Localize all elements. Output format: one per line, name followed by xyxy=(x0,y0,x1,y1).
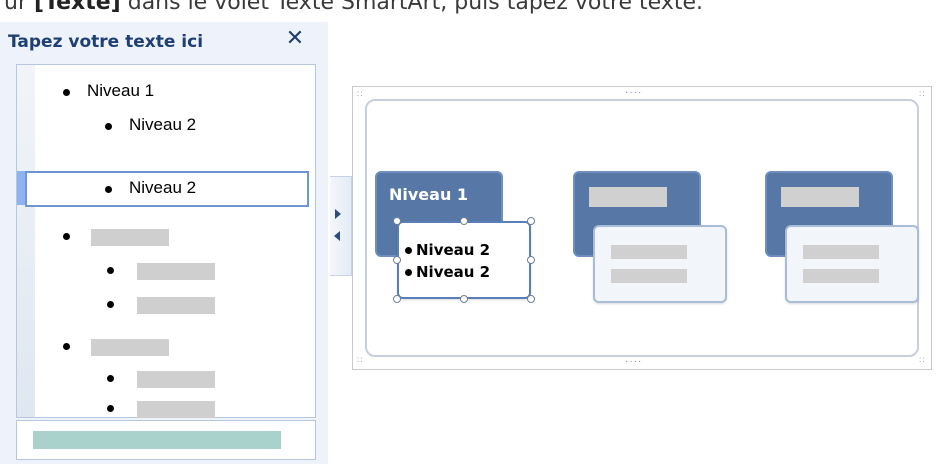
placeholder-level1[interactable] xyxy=(57,331,297,361)
selection-handle[interactable] xyxy=(393,217,401,225)
shape-sub-line: Niveau 2 xyxy=(405,241,490,259)
list-item-level2[interactable]: Niveau 2 xyxy=(57,111,297,141)
resize-handle-top[interactable]: ···· xyxy=(625,88,642,98)
resize-handle-top-left[interactable]: :: xyxy=(357,89,363,99)
bullet-icon xyxy=(405,269,412,276)
shape-main-label: Niveau 1 xyxy=(389,185,469,204)
selection-handle[interactable] xyxy=(393,295,401,303)
instruction-caption: ur [Texte] dans le volet Texte SmartArt,… xyxy=(4,0,703,15)
placeholder-bar xyxy=(91,339,169,356)
shape-sub-line: Niveau 2 xyxy=(405,263,490,281)
placeholder-level2[interactable] xyxy=(57,363,297,393)
bullet-icon xyxy=(107,301,114,308)
resize-handle-top-right[interactable]: :: xyxy=(919,89,925,99)
smartart-text-pane: Tapez votre texte ici ✕ Niveau 1 Niveau … xyxy=(0,22,328,464)
list-item-level1[interactable]: Niveau 1 xyxy=(57,77,297,107)
footer-hint-bar xyxy=(33,431,281,449)
placeholder-bar xyxy=(803,269,879,283)
pane-footer xyxy=(16,420,316,460)
placeholder-level2[interactable] xyxy=(57,255,297,285)
bullet-icon xyxy=(107,267,114,274)
smartart-frame: Niveau 1 Niveau 2 Niveau 2 xyxy=(365,99,919,357)
placeholder-bar xyxy=(611,245,687,259)
resize-handle-bottom-left[interactable]: :: xyxy=(357,355,363,365)
bullet-icon xyxy=(63,233,70,240)
list-item-level2-selected[interactable]: Niveau 2 xyxy=(25,171,309,207)
shape-sub-text: Niveau 2 xyxy=(416,263,491,281)
smartart-canvas[interactable]: ···· ···· :: :: :: :: Niveau 1 Niveau 2 … xyxy=(352,86,932,370)
smartart-shape-level2[interactable] xyxy=(785,225,919,303)
selection-handle[interactable] xyxy=(527,295,535,303)
list-item-text: Niveau 1 xyxy=(87,81,155,100)
bullet-icon xyxy=(63,89,70,96)
bullet-icon xyxy=(63,343,70,350)
selection-handle[interactable] xyxy=(527,256,535,264)
placeholder-bar xyxy=(781,187,859,207)
placeholder-bar xyxy=(589,187,667,207)
placeholder-bar xyxy=(611,269,687,283)
placeholder-bar xyxy=(137,297,215,314)
selection-handle[interactable] xyxy=(527,217,535,225)
resize-handle-bottom[interactable]: ···· xyxy=(625,357,642,367)
selection-handle[interactable] xyxy=(393,256,401,264)
placeholder-bar xyxy=(137,401,215,418)
text-pane-editor[interactable]: Niveau 1 Niveau 2 Niveau 2 xyxy=(16,64,316,418)
placeholder-bar xyxy=(803,245,879,259)
bullet-icon xyxy=(105,123,112,130)
caption-prefix: ur xyxy=(4,0,34,15)
shape-sub-text: Niveau 2 xyxy=(416,241,491,259)
arrow-left-icon xyxy=(334,231,340,241)
bullet-icon xyxy=(105,186,112,193)
pane-title: Tapez votre texte ici xyxy=(8,32,204,52)
placeholder-bar xyxy=(137,263,215,280)
list-item-text: Niveau 2 xyxy=(129,115,197,134)
smartart-shape-level2-selected[interactable]: Niveau 2 Niveau 2 xyxy=(397,221,531,299)
pane-toggle-button[interactable] xyxy=(330,176,352,276)
close-icon[interactable]: ✕ xyxy=(284,26,306,52)
caption-rest: dans le volet Texte SmartArt, puis tapez… xyxy=(120,0,704,15)
pane-gutter xyxy=(17,65,35,417)
arrow-right-icon xyxy=(335,209,341,219)
placeholder-level2[interactable] xyxy=(57,393,297,423)
selection-handle[interactable] xyxy=(460,295,468,303)
bullet-icon xyxy=(107,405,114,412)
placeholder-bar xyxy=(91,229,169,246)
caption-bold: [Texte] xyxy=(33,0,121,15)
placeholder-level1[interactable] xyxy=(57,221,297,251)
placeholder-bar xyxy=(137,371,215,388)
selection-handle[interactable] xyxy=(460,217,468,225)
list-item-text: Niveau 2 xyxy=(129,178,197,197)
placeholder-level2[interactable] xyxy=(57,289,297,319)
smartart-shape-level2[interactable] xyxy=(593,225,727,303)
bullet-icon xyxy=(405,247,412,254)
bullet-icon xyxy=(107,375,114,382)
resize-handle-bottom-right[interactable]: :: xyxy=(919,355,925,365)
